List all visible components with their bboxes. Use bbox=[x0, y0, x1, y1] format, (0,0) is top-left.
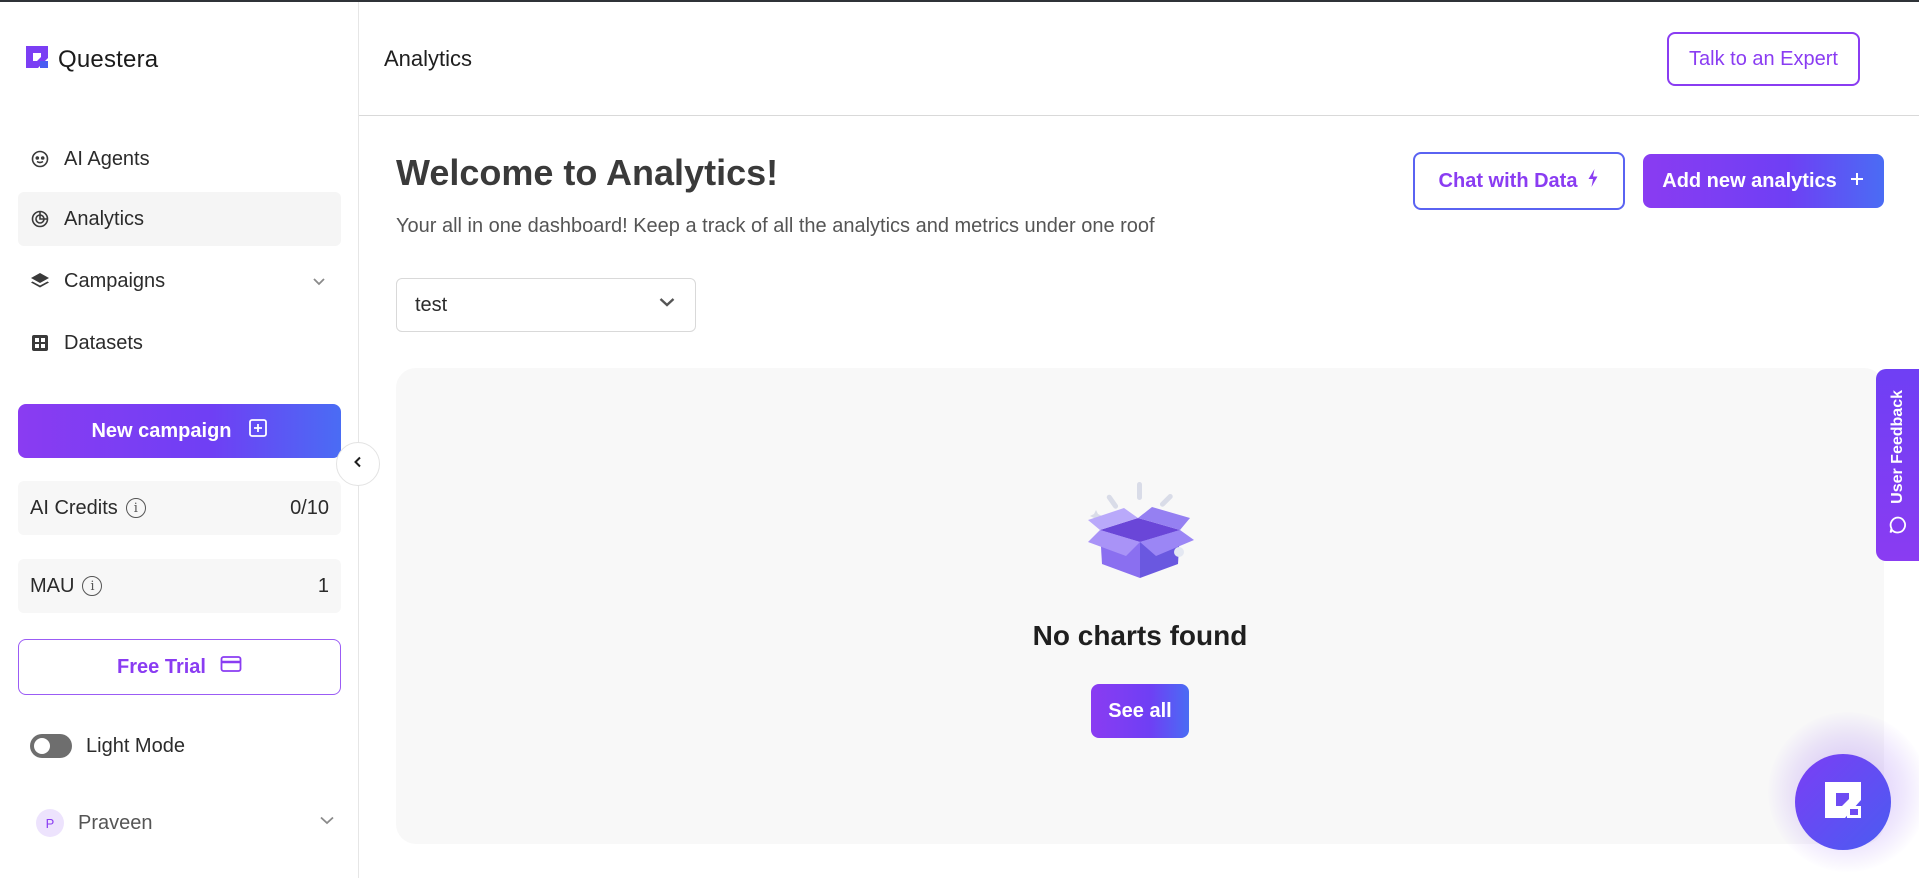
welcome-title: Welcome to Analytics! bbox=[396, 152, 779, 193]
see-all-button[interactable]: See all bbox=[1091, 684, 1189, 738]
mau-label: MAU bbox=[30, 574, 75, 597]
chat-launcher-button[interactable] bbox=[1795, 754, 1891, 850]
chevron-down-icon bbox=[318, 811, 336, 835]
sidebar-item-label: Campaigns bbox=[64, 269, 166, 292]
dashboard-select-value: test bbox=[415, 293, 448, 316]
sidebar-item-ai-agents[interactable]: AI Agents bbox=[18, 132, 341, 186]
welcome-subtitle: Your all in one dashboard! Keep a track … bbox=[396, 215, 1155, 237]
ai-credits-label: AI Credits bbox=[30, 496, 118, 519]
chevron-down-icon bbox=[311, 272, 327, 295]
new-campaign-label: New campaign bbox=[91, 419, 232, 442]
ai-credits-value: 0/10 bbox=[290, 496, 329, 519]
theme-toggle-label: Light Mode bbox=[86, 734, 185, 757]
mau-value: 1 bbox=[317, 574, 329, 597]
free-trial-label: Free Trial bbox=[117, 655, 206, 678]
sidebar-item-datasets[interactable]: Datasets bbox=[18, 316, 341, 370]
sidebar: Questera AI Agents Analytics Campaigns D… bbox=[0, 2, 359, 878]
brand[interactable]: Questera bbox=[24, 44, 158, 75]
ai-credits-row: AI Credits i 0/10 bbox=[18, 481, 341, 535]
new-campaign-button[interactable]: New campaign bbox=[18, 404, 341, 458]
brand-name: Questera bbox=[58, 45, 159, 73]
free-trial-button[interactable]: Free Trial bbox=[18, 639, 341, 695]
info-icon[interactable]: i bbox=[125, 498, 146, 518]
add-new-analytics-button[interactable]: Add new analytics bbox=[1643, 154, 1884, 208]
credit-card-icon bbox=[220, 655, 242, 679]
page-header: Analytics Talk to an Expert bbox=[359, 2, 1919, 116]
user-feedback-tab[interactable]: User Feedback bbox=[1876, 369, 1919, 561]
robot-face-icon bbox=[30, 149, 50, 169]
questera-logo-icon bbox=[24, 44, 50, 75]
layers-icon bbox=[30, 271, 50, 291]
theme-toggle-row: Light Mode bbox=[30, 734, 185, 758]
user-name: Praveen bbox=[78, 811, 153, 834]
analytics-icon bbox=[30, 209, 50, 229]
chat-with-data-label: Chat with Data bbox=[1438, 169, 1578, 192]
chevron-left-icon bbox=[351, 455, 365, 474]
sidebar-item-analytics[interactable]: Analytics bbox=[18, 192, 341, 246]
charts-panel bbox=[396, 368, 1884, 844]
empty-box-icon bbox=[1082, 480, 1200, 587]
avatar: P bbox=[36, 809, 64, 837]
sidebar-item-label: AI Agents bbox=[64, 147, 150, 170]
sidebar-item-label: Datasets bbox=[64, 331, 143, 354]
user-feedback-label: User Feedback bbox=[1888, 389, 1906, 504]
sidebar-item-label: Analytics bbox=[64, 207, 145, 230]
plus-square-icon bbox=[248, 418, 268, 444]
talk-to-expert-button[interactable]: Talk to an Expert bbox=[1667, 32, 1860, 86]
chat-bubble-icon bbox=[1888, 515, 1908, 540]
chat-with-data-button[interactable]: Chat with Data bbox=[1413, 152, 1625, 210]
theme-toggle[interactable] bbox=[30, 734, 72, 758]
mau-row: MAU i 1 bbox=[18, 559, 341, 613]
chevron-down-icon bbox=[657, 292, 677, 318]
page-title: Analytics bbox=[384, 46, 473, 71]
questera-logo-icon bbox=[1821, 778, 1865, 827]
empty-state-title: No charts found bbox=[1032, 620, 1248, 651]
user-menu[interactable]: P Praveen bbox=[36, 809, 336, 837]
plus-icon bbox=[1849, 170, 1865, 193]
dashboard-select[interactable]: test bbox=[396, 278, 696, 332]
info-icon[interactable]: i bbox=[82, 576, 103, 596]
sidebar-item-campaigns[interactable]: Campaigns bbox=[18, 254, 341, 308]
sidebar-collapse-button[interactable] bbox=[336, 442, 380, 486]
add-new-analytics-label: Add new analytics bbox=[1662, 169, 1837, 192]
grid-icon bbox=[30, 333, 50, 353]
lightning-icon bbox=[1587, 168, 1599, 194]
